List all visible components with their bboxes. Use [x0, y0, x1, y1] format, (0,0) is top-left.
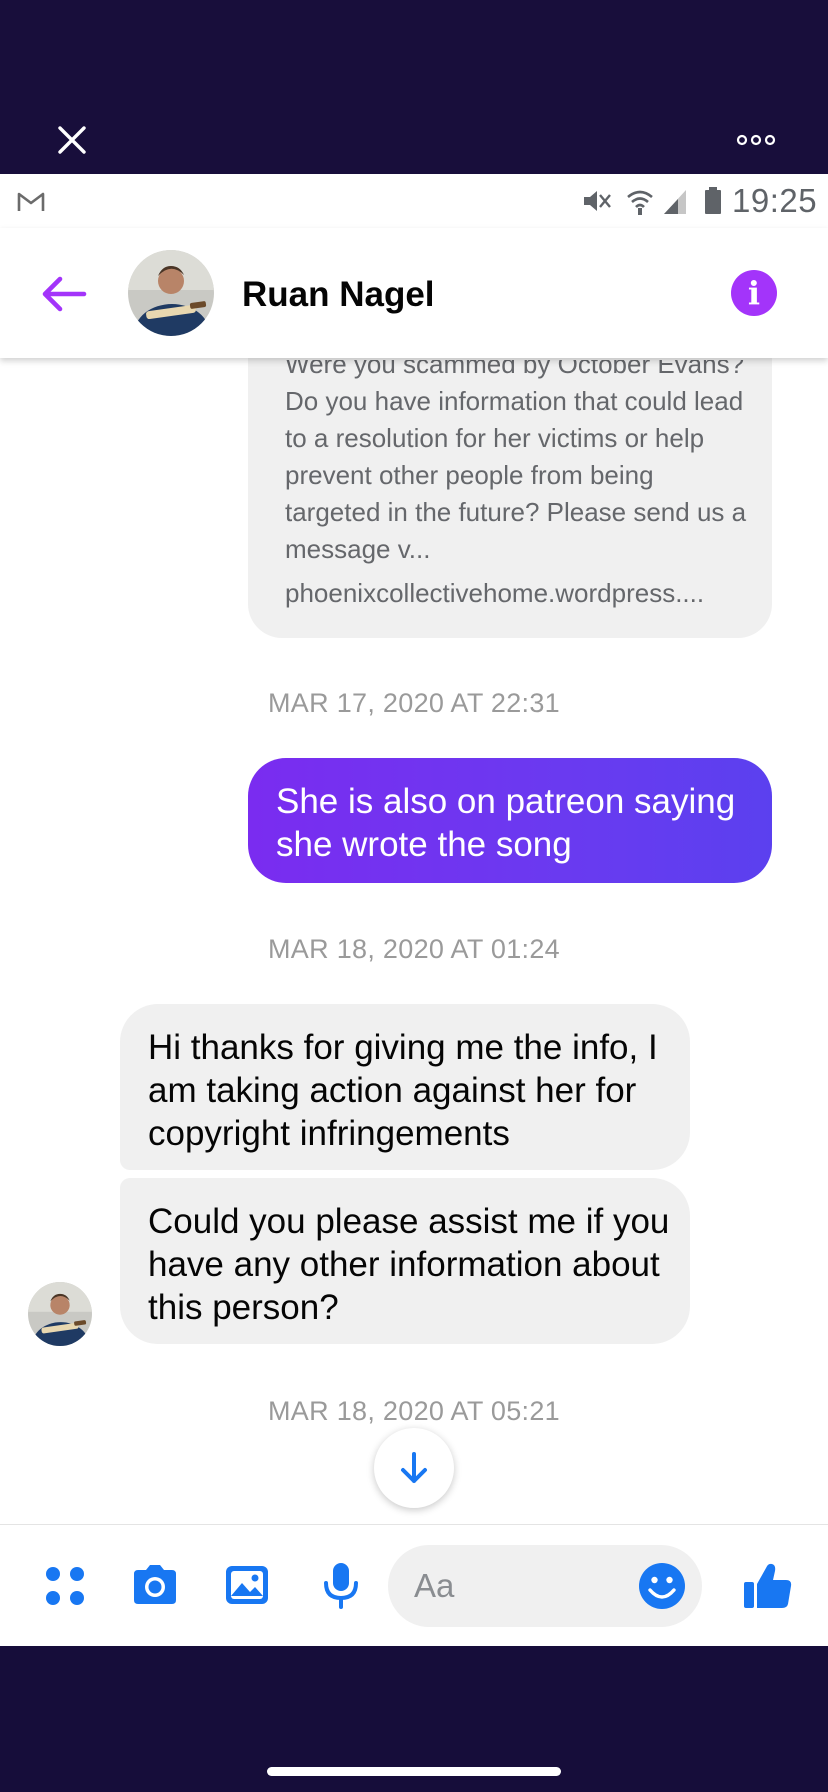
mute-icon: [584, 191, 611, 211]
more-icon[interactable]: [736, 132, 776, 148]
avatar[interactable]: [128, 250, 214, 336]
arrow-down-icon: [401, 1452, 427, 1483]
info-glyph: i: [747, 274, 761, 312]
like-icon[interactable]: [742, 1560, 794, 1612]
avatar-photo: [28, 1282, 92, 1346]
camera-icon[interactable]: [130, 1560, 180, 1610]
incoming-message[interactable]: Could you please assist me if you have a…: [120, 1178, 690, 1344]
emoji-icon[interactable]: [638, 1562, 686, 1610]
sender-avatar[interactable]: [28, 1282, 92, 1346]
menu-dots-icon[interactable]: [40, 1560, 90, 1610]
incoming-message[interactable]: Hi thanks for giving me the info, I am t…: [120, 1004, 690, 1170]
info-icon[interactable]: i: [731, 270, 777, 316]
contact-name[interactable]: Ruan Nagel: [242, 275, 435, 315]
close-icon[interactable]: [52, 120, 92, 160]
message-text: Could you please assist me if you have a…: [148, 1202, 670, 1327]
message-timestamp: MAR 18, 2020 AT 05:21: [268, 1396, 560, 1426]
message-timestamp: MAR 18, 2020 AT 01:24: [268, 934, 560, 964]
status-icons: [584, 187, 721, 215]
battery-icon: [705, 187, 721, 214]
message-text: She is also on patreon saying she wrote …: [276, 782, 736, 864]
link-preview-domain: phoenixcollectivehome.wordpress....: [285, 578, 705, 608]
outgoing-message[interactable]: She is also on patreon saying she wrote …: [248, 758, 772, 883]
status-clock: 19:25: [732, 182, 818, 219]
link-preview-text: Were you scammed by October Evans? Do yo…: [285, 349, 747, 564]
back-arrow-icon[interactable]: [40, 272, 88, 316]
home-indicator[interactable]: [267, 1767, 561, 1776]
signal-icon: [664, 190, 686, 214]
gallery-icon[interactable]: [222, 1560, 272, 1610]
wifi-icon: [627, 190, 653, 215]
overlay-top-bar: [0, 0, 828, 174]
message-text: Hi thanks for giving me the info, I am t…: [148, 1028, 658, 1153]
scroll-to-bottom-button[interactable]: [374, 1428, 454, 1508]
gmail-icon: [17, 192, 45, 211]
message-timestamp: MAR 17, 2020 AT 22:31: [268, 688, 560, 718]
mic-icon[interactable]: [316, 1560, 366, 1610]
avatar-photo: [128, 250, 214, 336]
